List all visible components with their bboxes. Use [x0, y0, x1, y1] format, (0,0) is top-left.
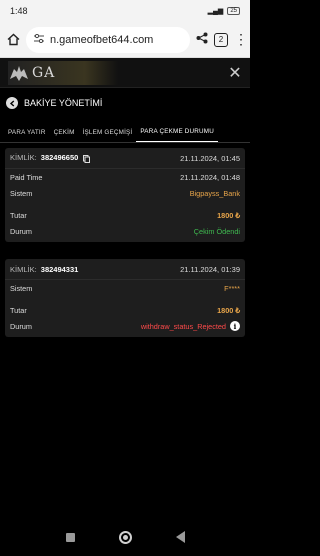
signal-icon: ▂▄▆	[207, 8, 224, 15]
chevron-left-icon	[9, 99, 14, 107]
card-header: KİMLİK: 382494331 21.11.2024, 01:39	[5, 259, 245, 280]
balance-tabs: PARA YATIR ÇEKİM İŞLEM GEÇMİŞİ PARA ÇEKM…	[0, 118, 250, 143]
amount-value: 1800 ₺	[217, 305, 240, 315]
tab-switcher-button[interactable]: 2	[214, 32, 228, 47]
transaction-id: 382494331	[40, 264, 79, 274]
battery-icon: 25	[227, 7, 240, 15]
info-icon[interactable]: i	[230, 321, 240, 331]
browser-menu-icon[interactable]: ⋮	[234, 31, 248, 48]
page-title: BAKİYE YÖNETİMİ	[24, 98, 103, 108]
paid-time-value: 21.11.2024, 01:48	[180, 172, 240, 182]
copy-icon[interactable]	[83, 154, 91, 163]
amount-value: 1800 ₺	[217, 210, 240, 220]
tab-withdrawal-status[interactable]: PARA ÇEKME DURUMU	[136, 128, 218, 142]
address-bar[interactable]: n.gameofbet644.com	[26, 26, 190, 53]
paid-time-row: Paid Time 21.11.2024, 01:48	[5, 169, 245, 185]
site-header: GA ✕	[0, 58, 250, 88]
back-nav-icon[interactable]	[175, 531, 185, 543]
paid-time-label: Paid Time	[10, 172, 43, 182]
home-nav-icon[interactable]	[118, 530, 132, 544]
withdrawal-card: KİMLİK: 382494331 21.11.2024, 01:39 Sist…	[5, 259, 245, 337]
site-logo[interactable]: GA	[8, 60, 118, 85]
amount-label: Tutar	[10, 210, 27, 220]
close-icon[interactable]: ✕	[228, 63, 242, 83]
site-settings-icon[interactable]	[34, 33, 44, 46]
amount-label: Tutar	[10, 305, 27, 315]
clock: 1:48	[10, 6, 28, 16]
system-value: F****	[224, 283, 240, 293]
share-icon[interactable]	[196, 31, 208, 49]
id-label: KİMLİK:	[10, 153, 37, 163]
status-badge: withdraw_status_Rejected	[140, 321, 226, 331]
status-row: Durum Çekim Ödendi	[5, 223, 245, 239]
system-status-bar: 1:48 ▂▄▆ 25	[0, 0, 250, 22]
system-row: Sistem F****	[5, 280, 245, 296]
transaction-id: 382496650	[40, 153, 79, 163]
tab-deposit[interactable]: PARA YATIR	[4, 129, 50, 142]
logo-text: GA	[32, 64, 56, 81]
system-row: Sistem Bigpayss_Bank	[5, 185, 245, 201]
browser-toolbar: n.gameofbet644.com 2 ⋮	[0, 22, 250, 58]
card-header: KİMLİK: 382496650 21.11.2024, 01:45	[5, 148, 245, 169]
transaction-date: 21.11.2024, 01:39	[180, 264, 240, 274]
transaction-date: 21.11.2024, 01:45	[180, 153, 240, 163]
tab-history[interactable]: İŞLEM GEÇMİŞİ	[79, 129, 137, 142]
status-badge: Çekim Ödendi	[193, 226, 240, 236]
status-label: Durum	[10, 321, 32, 331]
system-label: Sistem	[10, 283, 33, 293]
system-value: Bigpayss_Bank	[189, 188, 240, 198]
url-text: n.gameofbet644.com	[50, 33, 154, 46]
withdrawal-card: KİMLİK: 382496650 21.11.2024, 01:45 Paid…	[5, 148, 245, 242]
status-row: Durum withdraw_status_Rejected i	[5, 318, 245, 334]
status-label: Durum	[10, 226, 32, 236]
page-header: BAKİYE YÖNETİMİ	[0, 88, 250, 118]
id-label: KİMLİK:	[10, 264, 37, 274]
system-label: Sistem	[10, 188, 33, 198]
home-icon[interactable]	[6, 33, 20, 47]
status-icons: ▂▄▆ 25	[208, 7, 240, 15]
tab-withdraw[interactable]: ÇEKİM	[50, 129, 79, 142]
recents-icon[interactable]	[65, 532, 75, 542]
amount-row: Tutar 1800 ₺	[5, 302, 245, 318]
amount-row: Tutar 1800 ₺	[5, 207, 245, 223]
android-nav-bar	[0, 518, 250, 556]
wolf-logo-icon	[10, 65, 28, 81]
back-button[interactable]	[6, 97, 18, 109]
